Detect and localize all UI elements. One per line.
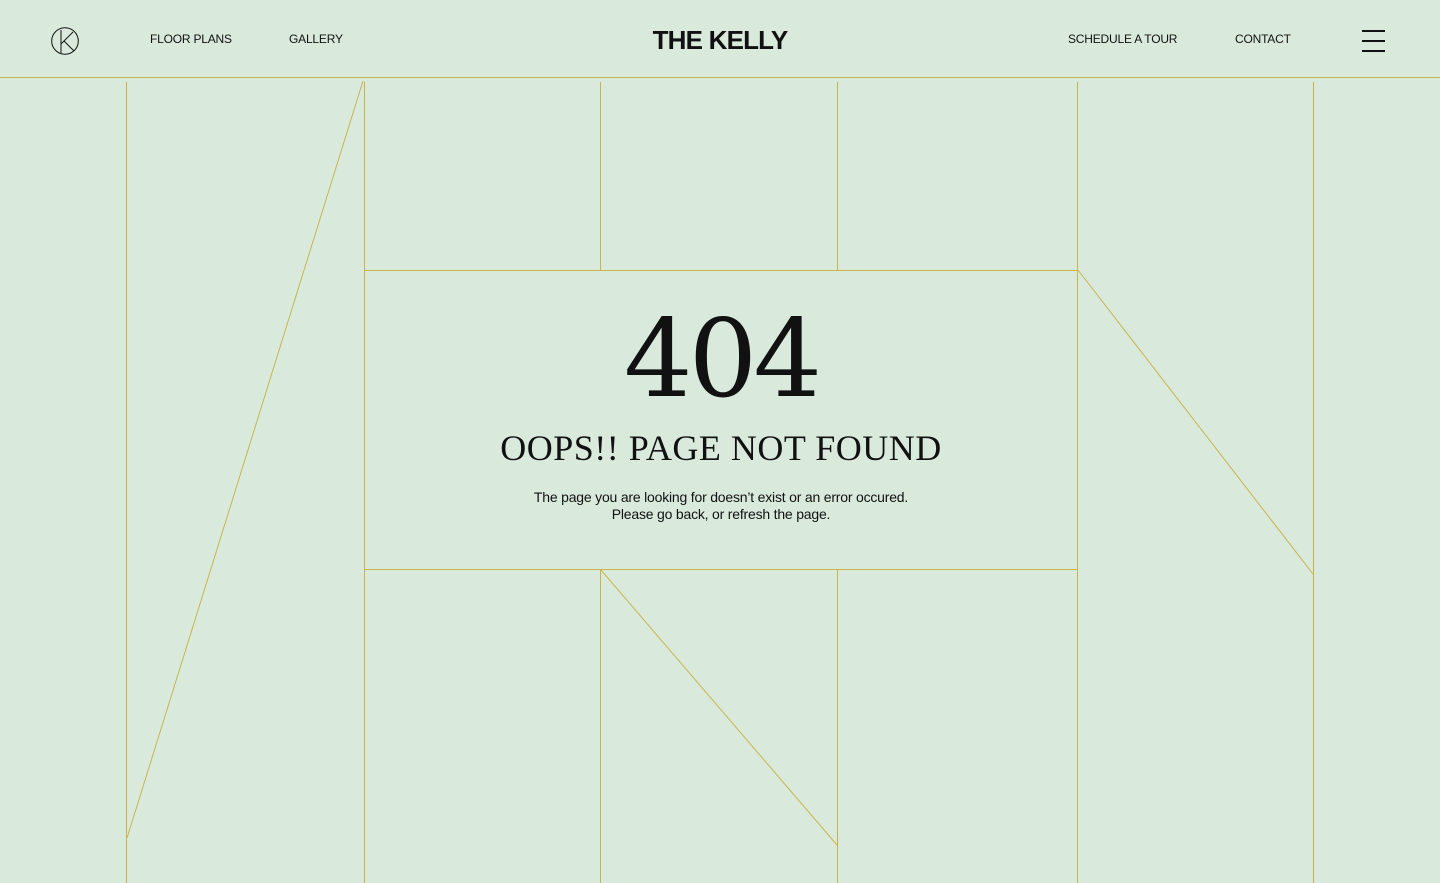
nav-floor-plans[interactable]: FLOOR PLANS: [150, 32, 232, 46]
k-logo-icon[interactable]: [51, 27, 79, 55]
error-message-line-1: The page you are looking for doesn’t exi…: [533, 489, 909, 505]
error-message: The page you are looking for doesn’t exi…: [364, 489, 1078, 523]
error-card: 404 OOPS!! PAGE NOT FOUND The page you a…: [364, 270, 1078, 570]
error-code: 404: [623, 297, 822, 422]
hamburger-menu-icon[interactable]: [1362, 30, 1385, 52]
nav-schedule-tour[interactable]: SCHEDULE A TOUR: [1068, 32, 1177, 46]
brand-wordmark[interactable]: THE KELLY: [620, 25, 820, 56]
error-title: OOPS!! PAGE NOT FOUND: [500, 428, 942, 468]
site-header: FLOOR PLANS GALLERY THE KELLY SCHEDULE A…: [0, 0, 1440, 78]
nav-gallery[interactable]: GALLERY: [289, 32, 343, 46]
error-message-line-2: Please go back, or refresh the page.: [611, 506, 831, 522]
nav-contact[interactable]: CONTACT: [1235, 32, 1291, 46]
